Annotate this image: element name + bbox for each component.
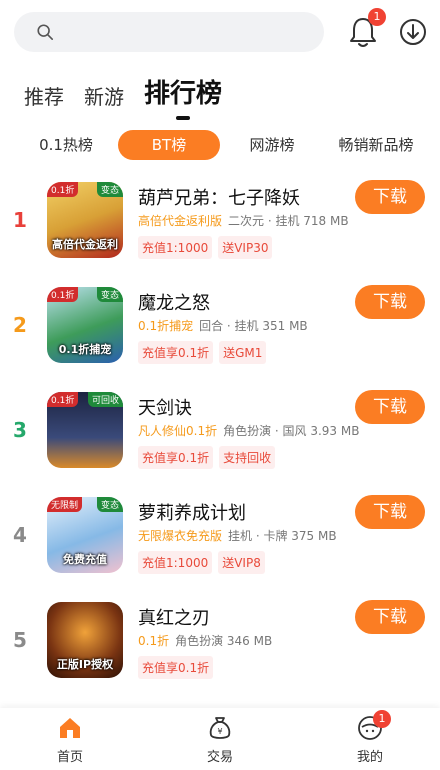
- benefit-chip: 送GM1: [219, 341, 267, 364]
- rank-number: 5: [13, 628, 27, 652]
- game-name[interactable]: 魔龙之怒: [138, 289, 210, 315]
- icon-tag: 0.1折: [47, 392, 79, 407]
- search-icon: [37, 24, 54, 41]
- main-tabs: 推荐 新游 排行榜: [24, 70, 223, 120]
- game-ranking-list: 1 0.1折 变态 高倍代金返利 葫芦兄弟：七子降妖 高倍代金返利版 二次元 · …: [0, 168, 440, 693]
- download-button[interactable]: 下载: [355, 600, 425, 634]
- profile-badge: 1: [373, 710, 391, 728]
- tab-rankings[interactable]: 排行榜: [144, 73, 223, 120]
- game-icon: 正版IP授权: [47, 602, 123, 678]
- rank-number: 2: [13, 313, 27, 337]
- bottom-nav: 首页 ¥ 交易 我的 1: [0, 708, 440, 770]
- subtab-bt[interactable]: BT榜: [118, 130, 220, 160]
- rank-number: 3: [13, 418, 27, 442]
- nav-trade[interactable]: ¥ 交易: [185, 714, 255, 765]
- benefit-chip: 送VIP8: [218, 551, 265, 574]
- download-button[interactable]: 下载: [355, 285, 425, 319]
- game-icon: 0.1折 变态 高倍代金返利: [47, 182, 123, 258]
- rank-number: 4: [13, 523, 27, 547]
- download-button[interactable]: 下载: [355, 180, 425, 214]
- download-button[interactable]: 下载: [355, 390, 425, 424]
- game-info: 角色扮演 346 MB: [175, 634, 273, 648]
- top-bar: 1: [14, 8, 426, 54]
- game-chips: 充值1:1000 送VIP8: [138, 551, 265, 574]
- icon-banner: 正版IP授权: [56, 658, 114, 671]
- game-chips: 充值1:1000 送VIP30: [138, 236, 273, 259]
- benefit-chip: 充值1:1000: [138, 236, 213, 259]
- game-chips: 充值享0.1折 支持回收: [138, 446, 276, 469]
- subtab-bestseller[interactable]: 畅销新品榜: [326, 130, 426, 160]
- rank-number: 1: [13, 208, 27, 232]
- notification-button[interactable]: 1: [346, 8, 386, 50]
- nav-label: 我的: [356, 750, 383, 765]
- download-button[interactable]: 下载: [355, 495, 425, 529]
- game-name[interactable]: 真红之刃: [138, 604, 210, 630]
- benefit-chip: 送VIP30: [218, 236, 273, 259]
- icon-tag: 无限制: [47, 497, 83, 512]
- active-tab-indicator: [176, 116, 190, 120]
- game-meta: 无限爆衣免充版 挂机 · 卡牌 375 MB: [138, 527, 337, 544]
- list-item[interactable]: 2 0.1折 变态 0.1折捕宠 魔龙之怒 0.1折捕宠 回合 · 挂机 351 …: [0, 273, 440, 378]
- download-icon: [400, 19, 426, 45]
- notification-badge: 1: [368, 8, 386, 26]
- game-info: 角色扮演 · 国风 3.93 MB: [223, 424, 360, 438]
- icon-banner: 高倍代金返利: [52, 238, 118, 251]
- money-bag-icon: ¥: [209, 717, 231, 739]
- game-icon: 0.1折 变态 0.1折捕宠: [47, 287, 123, 363]
- game-chips: 充值享0.1折 送GM1: [138, 341, 267, 364]
- tab-recommend[interactable]: 推荐: [24, 81, 64, 110]
- nav-label: 交易: [206, 750, 233, 765]
- icon-tag: 0.1折: [47, 182, 79, 197]
- ranking-sub-tabs: 0.1热榜 BT榜 网游榜 畅销新品榜: [14, 130, 426, 160]
- benefit-chip: 充值享0.1折: [138, 446, 214, 469]
- game-highlight: 凡人修仙0.1折: [138, 424, 218, 438]
- game-name[interactable]: 萝莉养成计划: [138, 499, 246, 525]
- benefit-chip: 充值1:1000: [138, 551, 213, 574]
- list-item[interactable]: 1 0.1折 变态 高倍代金返利 葫芦兄弟：七子降妖 高倍代金返利版 二次元 · …: [0, 168, 440, 273]
- tab-rankings-label: 排行榜: [144, 79, 223, 109]
- subtab-online[interactable]: 网游榜: [228, 130, 316, 160]
- game-highlight: 无限爆衣免充版: [138, 529, 223, 543]
- game-icon: 0.1折 可回收: [47, 392, 123, 468]
- home-icon: [60, 718, 80, 738]
- subtab-hot[interactable]: 0.1热榜: [20, 130, 112, 160]
- search-input[interactable]: [14, 12, 324, 52]
- icon-tag: 变态: [96, 497, 123, 512]
- download-manager-button[interactable]: [396, 14, 430, 50]
- game-name[interactable]: 葫芦兄弟：七子降妖: [138, 184, 300, 210]
- list-item[interactable]: 4 无限制 变态 免费充值 萝莉养成计划 无限爆衣免充版 挂机 · 卡牌 375 …: [0, 483, 440, 588]
- icon-tag: 变态: [96, 287, 123, 302]
- icon-tag: 0.1折: [47, 287, 79, 302]
- game-chips: 充值享0.1折: [138, 656, 214, 679]
- game-meta: 0.1折 角色扮演 346 MB: [138, 632, 272, 649]
- game-info: 二次元 · 挂机 718 MB: [228, 214, 349, 228]
- icon-tag: 可回收: [87, 392, 123, 407]
- game-highlight: 高倍代金返利版: [138, 214, 223, 228]
- game-info: 挂机 · 卡牌 375 MB: [228, 529, 337, 543]
- nav-profile[interactable]: 我的 1: [335, 710, 405, 765]
- icon-banner: 免费充值: [63, 553, 107, 566]
- benefit-chip: 充值享0.1折: [138, 656, 214, 679]
- list-item[interactable]: 3 0.1折 可回收 天剑诀 凡人修仙0.1折 角色扮演 · 国风 3.93 MB…: [0, 378, 440, 483]
- list-item[interactable]: 5 正版IP授权 真红之刃 0.1折 角色扮演 346 MB 充值享0.1折 下载: [0, 588, 440, 693]
- game-highlight: 0.1折: [138, 634, 170, 648]
- nav-label: 首页: [56, 750, 83, 765]
- game-info: 回合 · 挂机 351 MB: [199, 319, 308, 333]
- benefit-chip: 充值享0.1折: [138, 341, 214, 364]
- game-name[interactable]: 天剑诀: [138, 394, 192, 420]
- nav-home[interactable]: 首页: [35, 714, 105, 765]
- icon-banner: 0.1折捕宠: [58, 343, 112, 356]
- game-meta: 0.1折捕宠 回合 · 挂机 351 MB: [138, 317, 308, 334]
- icon-tag: 变态: [96, 182, 123, 197]
- game-icon: 无限制 变态 免费充值: [47, 497, 123, 573]
- game-highlight: 0.1折捕宠: [138, 319, 194, 333]
- game-meta: 凡人修仙0.1折 角色扮演 · 国风 3.93 MB: [138, 422, 359, 439]
- svg-text:¥: ¥: [217, 727, 222, 736]
- benefit-chip: 支持回收: [219, 446, 276, 469]
- tab-new-games[interactable]: 新游: [84, 81, 124, 110]
- game-meta: 高倍代金返利版 二次元 · 挂机 718 MB: [138, 212, 349, 229]
